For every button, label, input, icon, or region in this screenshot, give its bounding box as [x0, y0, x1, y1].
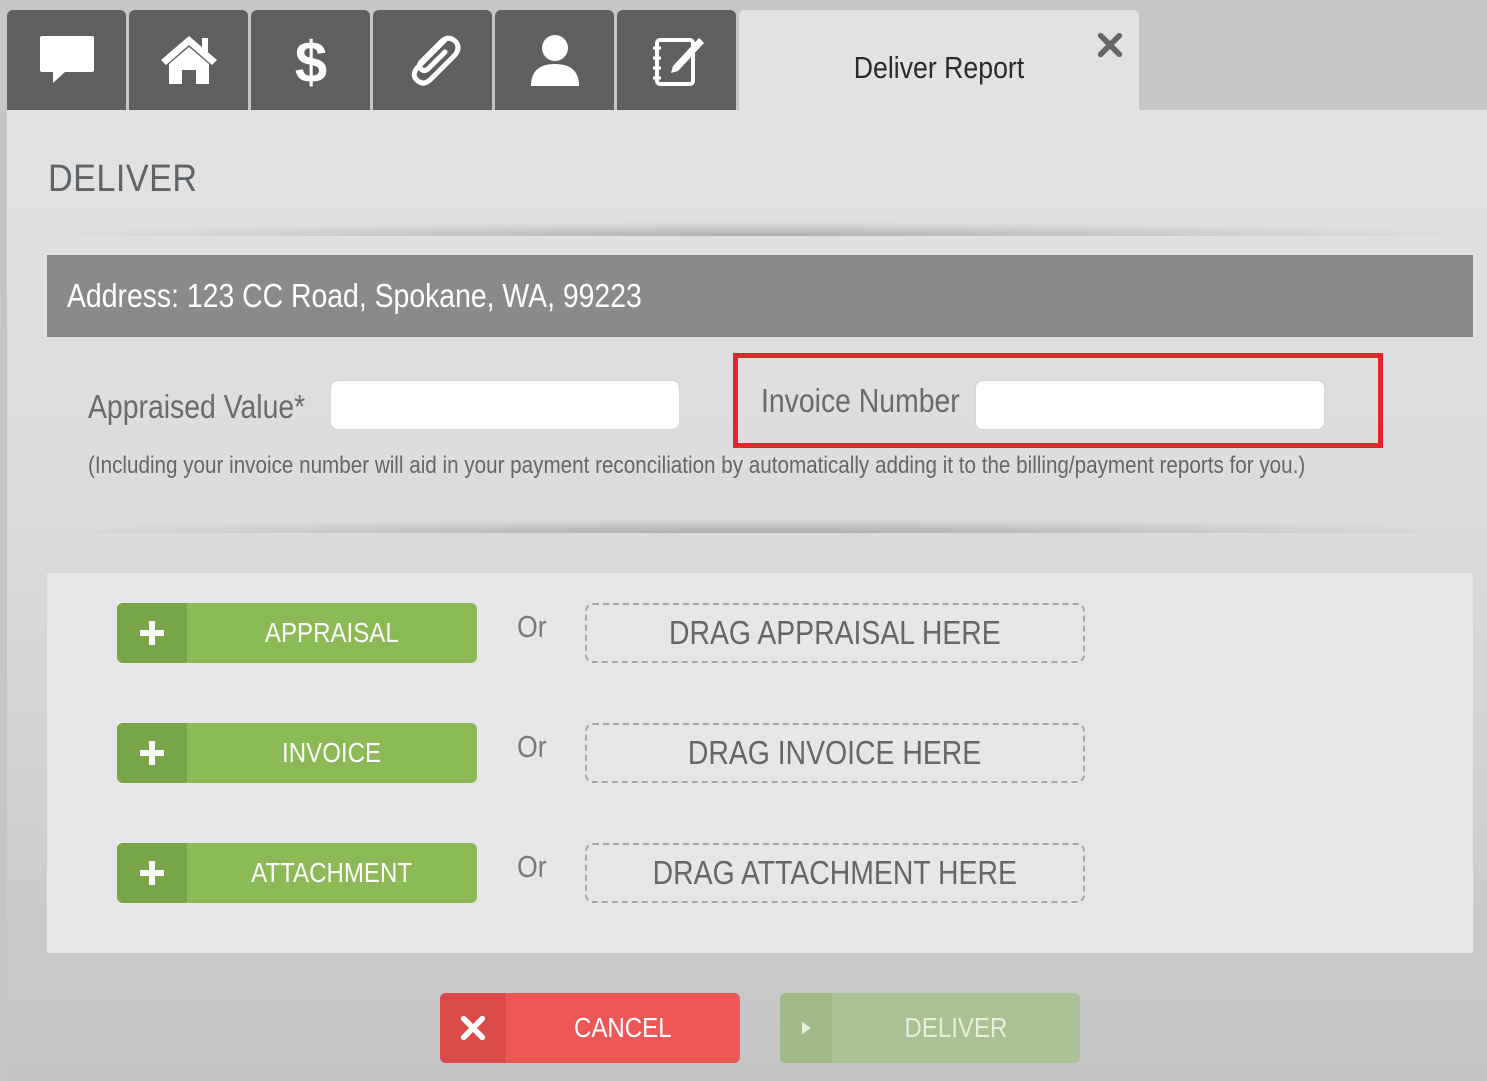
add-appraisal-label: APPRAISAL — [265, 617, 399, 648]
close-icon — [440, 993, 506, 1063]
invoice-number-input[interactable] — [975, 380, 1325, 430]
deliver-label: DELIVER — [904, 1012, 1008, 1043]
dollar-icon: $ — [294, 30, 326, 92]
appraised-value-input[interactable] — [330, 380, 680, 430]
close-icon — [1097, 32, 1123, 58]
divider — [47, 222, 1473, 236]
add-invoice-label: INVOICE — [282, 737, 382, 768]
appraisal-drop-zone[interactable]: DRAG APPRAISAL HERE — [585, 603, 1085, 663]
add-invoice-button[interactable]: INVOICE — [117, 723, 477, 783]
plus-icon — [117, 723, 187, 783]
attachment-drop-zone[interactable]: DRAG ATTACHMENT HERE — [585, 843, 1085, 903]
address-bar: Address: 123 CC Road, Spokane, WA, 99223 — [47, 255, 1473, 337]
user-icon — [530, 35, 579, 86]
cancel-button[interactable]: CANCEL — [440, 993, 740, 1063]
tab-bar: $ Deliver Report — [0, 0, 1487, 110]
or-label: Or — [517, 849, 547, 884]
chat-icon — [39, 36, 94, 83]
divider — [47, 519, 1473, 533]
tab-home[interactable] — [129, 10, 248, 110]
appraisal-drop-label: DRAG APPRAISAL HERE — [669, 614, 1001, 651]
plus-icon — [117, 603, 187, 663]
add-attachment-label: ATTACHMENT — [251, 857, 413, 888]
tab-notes[interactable] — [617, 10, 736, 110]
appraised-value-label: Appraised Value* — [88, 388, 306, 425]
page-title: DELIVER — [48, 158, 198, 200]
tab-title: Deliver Report — [853, 50, 1025, 85]
tab-deliver-report[interactable]: Deliver Report — [739, 10, 1139, 110]
or-label: Or — [517, 729, 547, 764]
play-icon — [780, 993, 832, 1063]
add-attachment-button[interactable]: ATTACHMENT — [117, 843, 477, 903]
plus-icon — [117, 843, 187, 903]
invoice-drop-label: DRAG INVOICE HERE — [688, 734, 982, 771]
paperclip-icon — [411, 35, 460, 86]
svg-text:$: $ — [294, 30, 326, 92]
invoice-help-text: (Including your invoice number will aid … — [88, 452, 1306, 479]
tab-attachments[interactable] — [373, 10, 492, 110]
or-label: Or — [517, 609, 547, 644]
invoice-number-label: Invoice Number — [761, 382, 960, 419]
tab-messages[interactable] — [7, 10, 126, 110]
notepad-pen-icon — [652, 38, 704, 86]
home-icon — [160, 36, 217, 84]
cancel-label: CANCEL — [574, 1012, 672, 1043]
close-tab-button[interactable] — [1095, 30, 1125, 60]
invoice-drop-zone[interactable]: DRAG INVOICE HERE — [585, 723, 1085, 783]
tab-billing[interactable]: $ — [251, 10, 370, 110]
attachment-drop-label: DRAG ATTACHMENT HERE — [652, 854, 1018, 891]
deliver-button[interactable]: DELIVER — [780, 993, 1080, 1063]
tab-contact[interactable] — [495, 10, 614, 110]
address-text: Address: 123 CC Road, Spokane, WA, 99223 — [67, 277, 642, 314]
add-appraisal-button[interactable]: APPRAISAL — [117, 603, 477, 663]
